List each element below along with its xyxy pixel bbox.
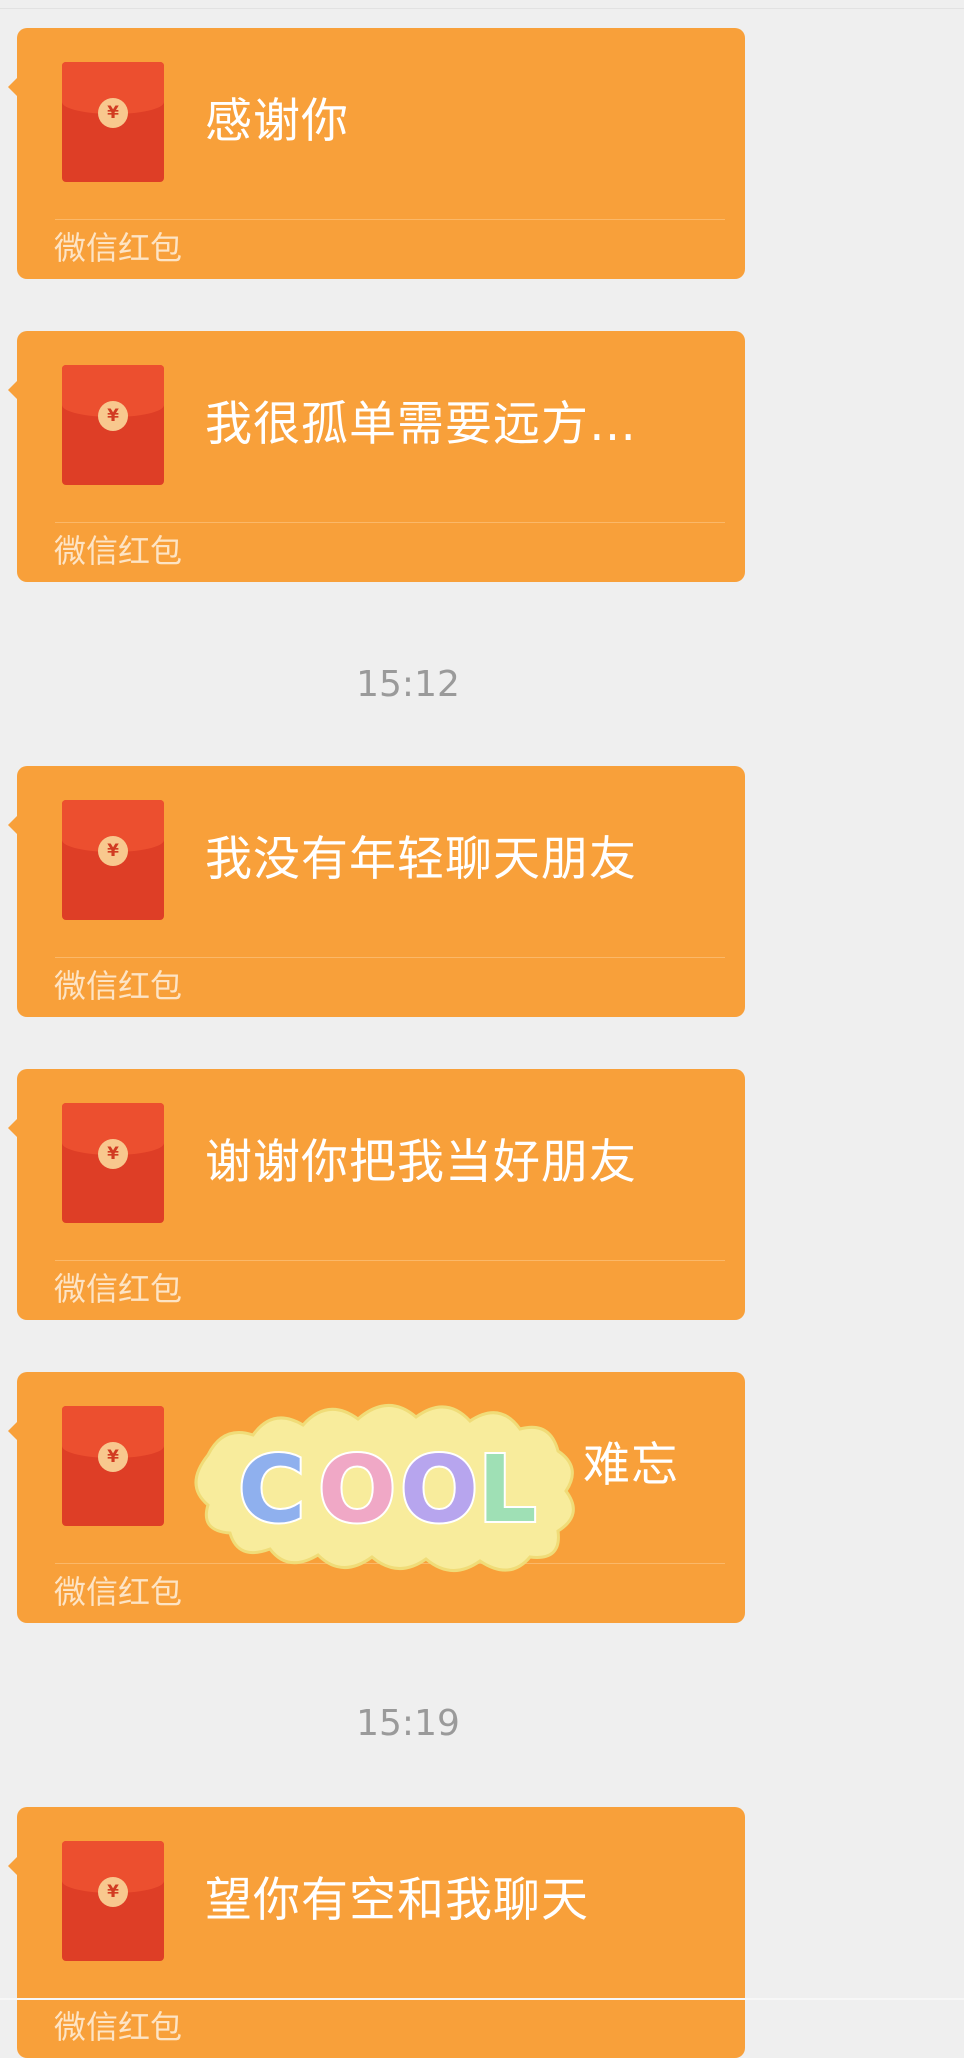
red-packet-greeting: 我很孤单需要远方… <box>205 397 637 452</box>
red-packet-label: 微信红包 <box>54 1270 183 1308</box>
red-packet-icon: ¥ <box>62 1406 164 1526</box>
red-packet-message[interactable]: ¥ 我没有年轻聊天朋友 微信红包 <box>8 766 745 1017</box>
bubble-divider <box>55 522 725 523</box>
red-packet-greeting: 谢谢你把我当好朋友 <box>205 1135 637 1190</box>
red-packet-message[interactable]: ¥ 感谢你 微信红包 <box>8 28 745 279</box>
red-packet-message[interactable]: ¥ 我很孤单需要远方… 微信红包 <box>8 331 745 582</box>
red-packet-icon: ¥ <box>62 800 164 920</box>
sticker-letter: L <box>478 1436 537 1543</box>
bubble-divider <box>55 957 725 958</box>
yuan-seal-icon: ¥ <box>98 1877 128 1907</box>
red-packet-label: 微信红包 <box>54 532 183 570</box>
yuan-seal-icon: ¥ <box>98 401 128 431</box>
red-packet-icon: ¥ <box>62 365 164 485</box>
red-packet-label: 微信红包 <box>54 1573 183 1611</box>
bubble-divider <box>55 1260 725 1261</box>
red-packet-icon: ¥ <box>62 62 164 182</box>
red-packet-greeting: 望你有空和我聊天 <box>205 1873 589 1928</box>
top-divider <box>0 8 964 9</box>
cool-sticker: C O O L <box>194 1404 575 1572</box>
red-packet-label: 微信红包 <box>54 229 183 267</box>
red-packet-message[interactable]: ¥ 望你有空和我聊天 微信红包 <box>8 1807 745 2058</box>
red-packet-greeting: 难忘 <box>583 1438 679 1493</box>
red-packet-message[interactable]: ¥ 谢谢你把我当好朋友 微信红包 <box>8 1069 745 1320</box>
chat-timestamp: 15:19 <box>356 1703 460 1744</box>
red-packet-greeting: 我没有年轻聊天朋友 <box>205 832 637 887</box>
yuan-seal-icon: ¥ <box>98 1442 128 1472</box>
sticker-letter: O <box>318 1436 396 1543</box>
red-packet-greeting: 感谢你 <box>205 94 349 149</box>
bubble-divider <box>55 219 725 220</box>
red-packet-icon: ¥ <box>62 1103 164 1223</box>
red-packet-icon: ¥ <box>62 1841 164 1961</box>
bottom-divider <box>0 1998 964 2000</box>
sticker-letter: O <box>400 1436 478 1543</box>
yuan-seal-icon: ¥ <box>98 1139 128 1169</box>
yuan-seal-icon: ¥ <box>98 98 128 128</box>
red-packet-label: 微信红包 <box>54 2008 183 2046</box>
red-packet-label: 微信红包 <box>54 967 183 1005</box>
yuan-seal-icon: ¥ <box>98 836 128 866</box>
chat-timestamp: 15:12 <box>356 664 460 705</box>
sticker-letter: C <box>238 1436 306 1543</box>
